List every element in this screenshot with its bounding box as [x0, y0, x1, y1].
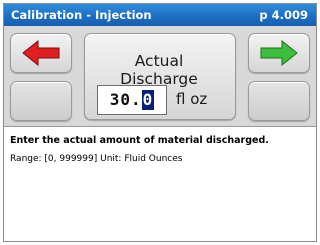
- calibration-window: Calibration - Injection p 4.009 Actual D…: [3, 3, 317, 242]
- title-bar: Calibration - Injection p 4.009: [4, 4, 316, 26]
- field-heading: Actual Discharge: [120, 52, 198, 88]
- left-arrow-icon: [22, 40, 60, 66]
- next-button[interactable]: [248, 33, 310, 73]
- value-digits: 30.: [109, 90, 142, 109]
- help-panel: Enter the actual amount of material disc…: [4, 126, 316, 241]
- entry-panel: Actual Discharge 30.0 fl oz: [4, 26, 316, 126]
- range-text: Range: [0, 999999] Unit: Fluid Ounces: [10, 154, 183, 164]
- discharge-value-input[interactable]: 30.0: [97, 85, 167, 115]
- unit-label: fl oz: [176, 90, 208, 108]
- edit-cursor-digit: 0: [141, 90, 155, 110]
- page-number: p 4.009: [259, 8, 308, 22]
- right-soft-button[interactable]: [248, 81, 310, 121]
- instruction-text: Enter the actual amount of material disc…: [10, 135, 269, 146]
- right-arrow-icon: [260, 40, 298, 66]
- left-soft-button[interactable]: [10, 81, 72, 121]
- previous-button[interactable]: [10, 33, 72, 73]
- screen-title: Calibration - Injection: [11, 8, 152, 22]
